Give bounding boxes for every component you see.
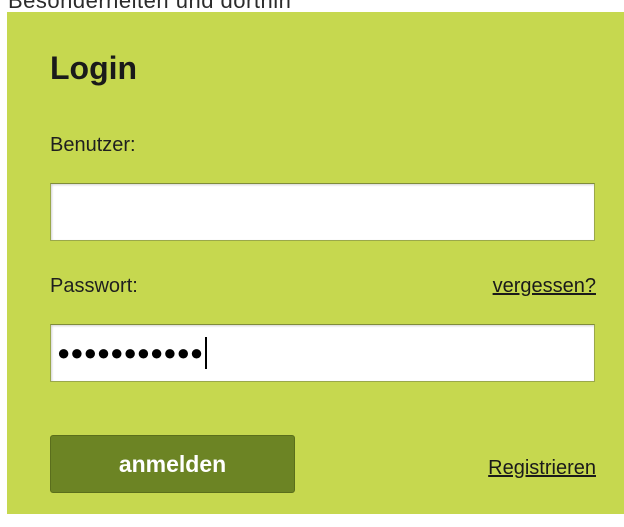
login-submit-button[interactable]: anmelden bbox=[50, 435, 295, 493]
password-input[interactable]: ●●●●●●●●●●● bbox=[50, 324, 595, 382]
password-masked-value: ●●●●●●●●●●● bbox=[57, 340, 204, 365]
username-input[interactable] bbox=[50, 183, 595, 241]
login-panel: Login Benutzer: Passwort: vergessen? ●●●… bbox=[7, 12, 624, 514]
username-label: Benutzer: bbox=[50, 134, 136, 156]
register-link[interactable]: Registrieren bbox=[488, 458, 596, 478]
text-cursor bbox=[205, 337, 208, 369]
password-label: Passwort: bbox=[50, 275, 138, 297]
login-title: Login bbox=[50, 50, 138, 86]
forgot-password-link[interactable]: vergessen? bbox=[493, 276, 596, 296]
